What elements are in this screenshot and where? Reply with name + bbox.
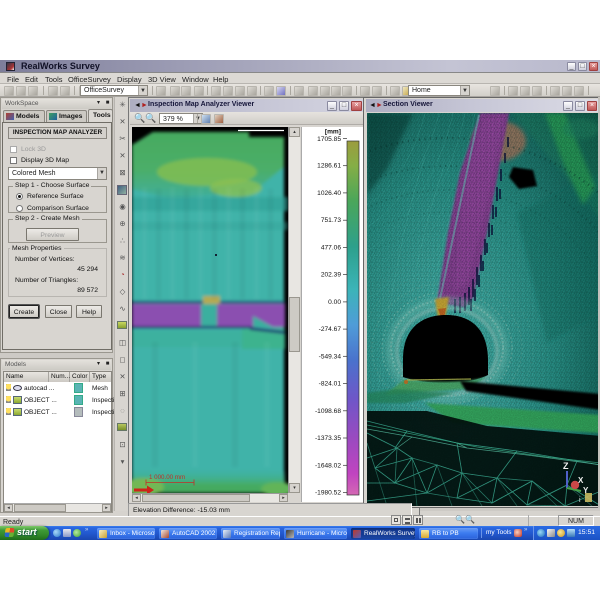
svg-text:-1648.02: -1648.02 bbox=[315, 462, 341, 469]
svg-text:1705.85: 1705.85 bbox=[317, 136, 341, 143]
svg-text:Z: Z bbox=[563, 461, 569, 471]
svg-text:-1098.68: -1098.68 bbox=[315, 408, 341, 415]
svg-text:202.39: 202.39 bbox=[321, 272, 342, 279]
svg-text:477.06: 477.06 bbox=[321, 244, 342, 251]
svg-text:-274.67: -274.67 bbox=[319, 326, 342, 333]
svg-text:-1373.35: -1373.35 bbox=[315, 435, 341, 442]
svg-text:-824.01: -824.01 bbox=[319, 381, 342, 388]
svg-text:1026.40: 1026.40 bbox=[317, 190, 341, 197]
svg-text:0.00: 0.00 bbox=[328, 299, 341, 306]
svg-text:1286.61: 1286.61 bbox=[317, 163, 341, 170]
svg-text:751.73: 751.73 bbox=[321, 217, 342, 224]
svg-text:[mm]: [mm] bbox=[325, 129, 341, 136]
svg-text:1 000.00 mm: 1 000.00 mm bbox=[149, 474, 185, 481]
svg-text:-549.34: -549.34 bbox=[319, 353, 342, 360]
svg-text:-1980.52: -1980.52 bbox=[315, 490, 341, 497]
svg-text:X: X bbox=[578, 476, 584, 485]
